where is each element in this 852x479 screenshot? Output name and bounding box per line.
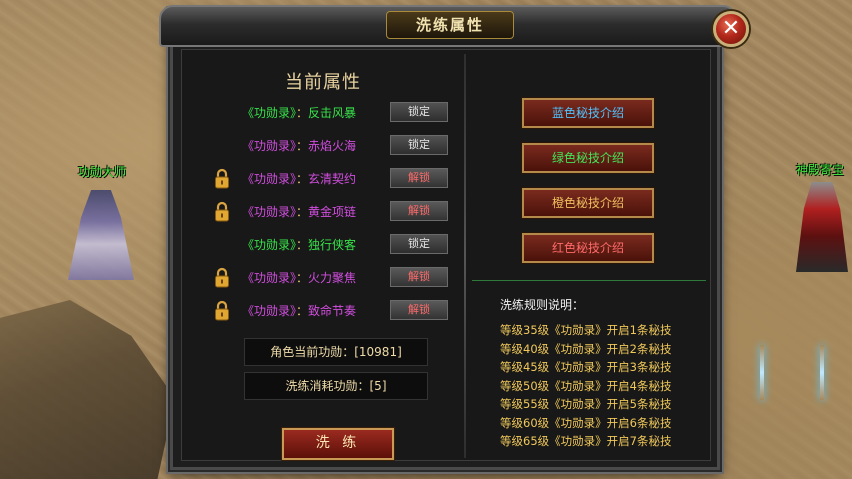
rule-line: 等级65级《功勋录》开启7条秘技: [500, 434, 672, 448]
close-button[interactable]: ✕: [713, 11, 749, 47]
section-divider: [472, 280, 706, 281]
attribute-name: 反击风暴: [308, 106, 357, 120]
attribute-name: 致命节奏: [308, 304, 357, 318]
wash-button[interactable]: 洗 练: [282, 428, 394, 460]
attribute-book: 《功勋录》: [242, 238, 297, 252]
attribute-text: 《功勋录》：独行侠客: [242, 236, 356, 253]
attribute-separator: ：: [296, 139, 309, 153]
cost-merit-display: 洗练消耗功勋：[5]: [244, 372, 428, 400]
attribute-separator: ：: [296, 106, 309, 120]
attribute-text: 《功勋录》：玄清契约: [242, 170, 356, 187]
current-attributes-title: 当前属性: [285, 72, 361, 93]
attribute-row: 《功勋录》：火力聚焦 解锁: [182, 267, 464, 289]
attribute-name: 玄清契约: [308, 172, 357, 186]
rule-line: 等级35级《功勋录》开启1条秘技: [500, 323, 672, 337]
attribute-book: 《功勋录》: [242, 106, 297, 120]
attribute-name: 黄金项链: [308, 205, 357, 219]
unlock-button[interactable]: 解锁: [390, 267, 448, 287]
attribute-name: 赤焰火海: [308, 139, 357, 153]
attribute-name: 独行侠客: [308, 238, 357, 252]
lock-icon: [214, 300, 230, 322]
attribute-book: 《功勋录》: [242, 304, 297, 318]
blue-skill-intro-button[interactable]: 蓝色秘技介绍: [522, 98, 654, 128]
attribute-book: 《功勋录》: [242, 172, 297, 186]
attribute-separator: ：: [296, 238, 309, 252]
rock-rubble: [0, 300, 175, 479]
red-skill-intro-button[interactable]: 红色秘技介绍: [522, 233, 654, 263]
attribute-separator: ：: [296, 271, 309, 285]
lock-button[interactable]: 锁定: [390, 234, 448, 254]
npc-name-right[interactable]: 神殿寄宝: [796, 161, 844, 178]
attribute-book: 《功勋录》: [242, 139, 297, 153]
attribute-separator: ：: [296, 304, 309, 318]
lock-icon: [214, 201, 230, 223]
attribute-row: 《功勋录》：独行侠客 锁定: [182, 234, 464, 256]
attribute-row: 《功勋录》：赤焰火海 锁定: [182, 135, 464, 157]
attribute-text: 《功勋录》：火力聚焦: [242, 269, 356, 286]
rule-line: 等级55级《功勋录》开启5条秘技: [500, 397, 672, 411]
rules-title: 洗练规则说明：: [500, 298, 585, 312]
lock-button[interactable]: 锁定: [390, 135, 448, 155]
rule-line: 等级40级《功勋录》开启2条秘技: [500, 341, 672, 356]
close-icon: ✕: [721, 16, 741, 41]
lock-icon: [214, 267, 230, 289]
unlock-button[interactable]: 解锁: [390, 168, 448, 188]
light-beam: [760, 345, 764, 400]
npc-name-left[interactable]: 功勋大师: [78, 163, 126, 180]
rule-line: 等级50级《功勋录》开启4条秘技: [500, 378, 672, 393]
dialog-body: 当前属性 《功勋录》：反击风暴 锁定 《功勋录》：赤焰火海 锁定 《功勋录》：玄清契约解…: [181, 49, 711, 461]
rule-line: 等级45级《功勋录》开启3条秘技: [500, 360, 672, 374]
refine-attributes-dialog: 洗练属性 ✕ 当前属性 《功勋录》：反击风暴 锁定 《功勋录》：赤焰火海 锁定 《功勋录…: [159, 5, 749, 470]
lock-icon: [214, 168, 230, 190]
attribute-text: 《功勋录》：黄金项链: [242, 203, 356, 220]
unlock-button[interactable]: 解锁: [390, 201, 448, 221]
attribute-text: 《功勋录》：赤焰火海: [242, 137, 356, 154]
orange-skill-intro-button[interactable]: 橙色秘技介绍: [522, 188, 654, 218]
current-attributes-panel: 当前属性 《功勋录》：反击风暴 锁定 《功勋录》：赤焰火海 锁定 《功勋录》：玄清契约解…: [182, 50, 464, 462]
light-beam: [820, 345, 824, 400]
unlock-button[interactable]: 解锁: [390, 300, 448, 320]
lock-button[interactable]: 锁定: [390, 102, 448, 122]
attribute-separator: ：: [296, 172, 309, 186]
rule-line: 等级60级《功勋录》开启6条秘技: [500, 415, 672, 430]
attribute-row: 《功勋录》：玄清契约 解锁: [182, 168, 464, 190]
attribute-separator: ：: [296, 205, 309, 219]
attribute-text: 《功勋录》：反击风暴: [242, 104, 356, 121]
dialog-title-bar[interactable]: 洗练属性: [159, 5, 737, 47]
npc-temple-keeper[interactable]: [796, 182, 848, 272]
green-skill-intro-button[interactable]: 绿色秘技介绍: [522, 143, 654, 173]
npc-merit-master[interactable]: [68, 190, 134, 280]
attribute-name: 火力聚焦: [308, 271, 357, 285]
current-merit-display: 角色当前功勋：[10981]: [244, 338, 428, 366]
attribute-text: 《功勋录》：致命节奏: [242, 302, 356, 319]
dialog-title: 洗练属性: [386, 11, 514, 39]
attribute-book: 《功勋录》: [242, 271, 297, 285]
rules-panel: 蓝色秘技介绍 绿色秘技介绍 橙色秘技介绍 红色秘技介绍 洗练规则说明： 等级35级《功…: [466, 50, 712, 462]
attribute-row: 《功勋录》：黄金项链 解锁: [182, 201, 464, 223]
attribute-book: 《功勋录》: [242, 205, 297, 219]
attribute-row: 《功勋录》：反击风暴 锁定: [182, 102, 464, 124]
attribute-row: 《功勋录》：致命节奏 解锁: [182, 300, 464, 322]
